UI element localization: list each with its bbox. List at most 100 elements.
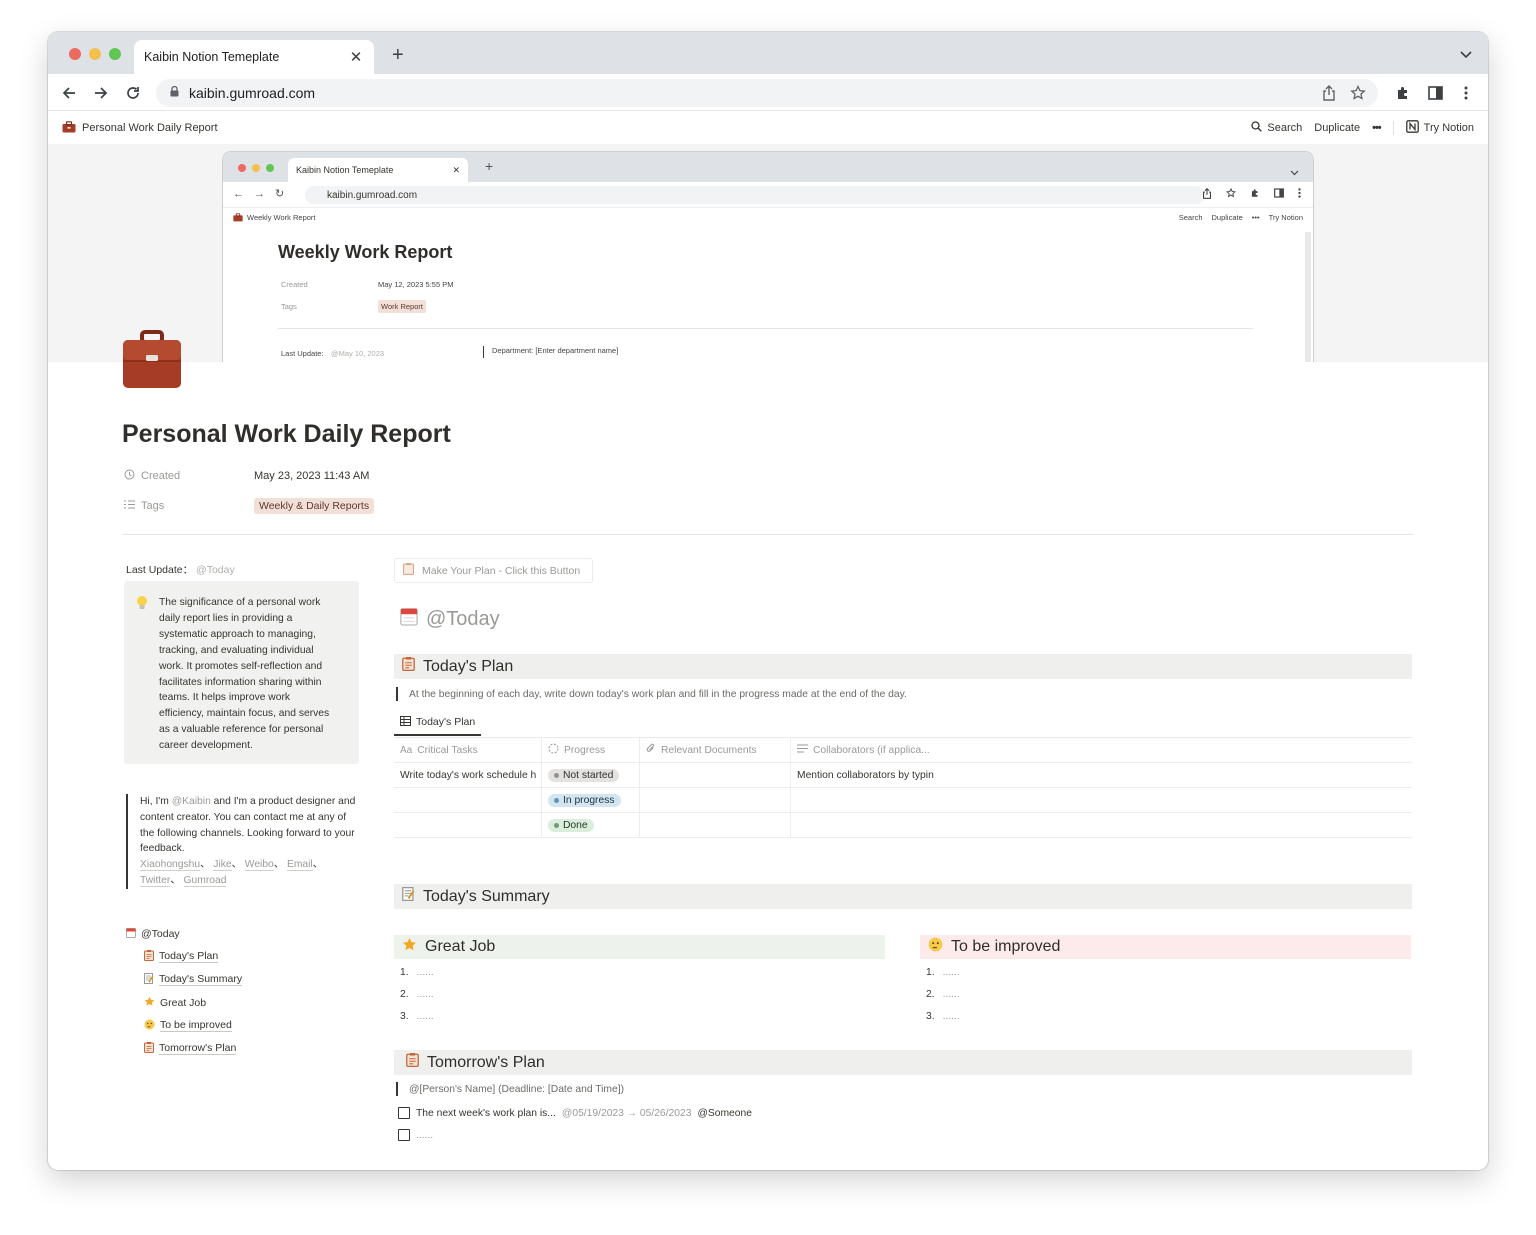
toc-label: Great Job (160, 996, 207, 1009)
thinking-face-icon (144, 1019, 155, 1033)
tab-list-chevron-icon[interactable] (1460, 46, 1472, 64)
documents-cell[interactable] (640, 788, 791, 812)
channel-link-xiaohongshu[interactable]: Xiaohongshu (140, 859, 201, 872)
preview-topbar-actions: Search Duplicate ••• Try Notion (1179, 213, 1303, 222)
tab-close-icon[interactable]: ✕ (348, 48, 364, 66)
browser-menu-kebab-icon[interactable] (1455, 82, 1477, 104)
channel-link-twitter[interactable]: Twitter (140, 874, 171, 887)
task-cell[interactable]: Write today's work schedule h (394, 763, 542, 787)
search-button[interactable]: Search (1251, 121, 1302, 135)
list-item[interactable]: 1....... (926, 961, 960, 983)
table-row[interactable]: In progress (394, 788, 1412, 813)
last-update-mention[interactable]: @Today (196, 564, 235, 576)
forward-arrow-icon[interactable] (90, 82, 112, 104)
zoom-window-button[interactable] (109, 48, 121, 60)
toc-item-tomorrows-plan[interactable]: Tomorrow's Plan (126, 1037, 242, 1060)
quote-prefix: Hi, I'm (140, 796, 172, 807)
search-label: Search (1267, 122, 1303, 134)
task-cell[interactable] (394, 788, 542, 812)
lock-icon (170, 84, 179, 102)
documents-cell[interactable] (640, 813, 791, 837)
progress-cell[interactable]: Done (542, 813, 640, 837)
todo-checkbox[interactable] (398, 1129, 410, 1141)
created-label: Created (141, 470, 181, 482)
browser-window: Kaibin Notion Temeplate ✕ + kaibin.gumro… (48, 32, 1488, 1170)
tag-pill[interactable]: Weekly & Daily Reports (254, 498, 375, 514)
more-options-button[interactable]: ••• (1372, 122, 1382, 134)
reload-icon[interactable] (122, 82, 144, 104)
progress-cell[interactable]: In progress (542, 788, 640, 812)
tab-todays-plan-view[interactable]: Today's Plan (394, 710, 482, 736)
try-notion-button[interactable]: Try Notion (1405, 120, 1474, 136)
page-title[interactable]: Personal Work Daily Report (122, 420, 451, 449)
list-item[interactable]: 3....... (400, 1005, 434, 1027)
table-row[interactable]: Write today's work schedule h Not starte… (394, 763, 1412, 788)
list-item[interactable]: 3....... (926, 1005, 960, 1027)
table-of-contents: @Today Today's Plan Today's Summary Grea… (126, 922, 243, 1060)
list-item[interactable]: 1....... (400, 961, 434, 983)
todo-item: ...... (398, 1129, 433, 1141)
tags-property-name: Tags (124, 500, 254, 512)
collaborators-cell[interactable] (791, 813, 1412, 837)
channel-link-email[interactable]: Email (286, 859, 313, 872)
minimize-window-button[interactable] (89, 48, 101, 60)
page-briefcase-icon[interactable] (122, 330, 182, 395)
to-be-improved-title: To be improved (951, 938, 1061, 955)
toc-item-great-job[interactable]: Great Job (126, 991, 242, 1014)
preview-tag: Work Report (378, 300, 426, 313)
channel-link-weibo[interactable]: Weibo (244, 859, 274, 872)
share-icon[interactable] (1322, 85, 1336, 106)
new-tab-plus-icon[interactable]: + (392, 44, 404, 67)
back-arrow-icon[interactable] (58, 82, 80, 104)
close-window-button[interactable] (69, 48, 81, 60)
preview-duplicate: Duplicate (1211, 213, 1243, 222)
star-icon (144, 996, 155, 1010)
text-lines-icon (797, 744, 808, 756)
toc-item-todays-summary[interactable]: Today's Summary (126, 968, 243, 991)
column-header-collaborators[interactable]: Collaborators (if applica... (791, 738, 1412, 762)
list-item[interactable]: 2....... (400, 983, 434, 1005)
column-header-progress[interactable]: Progress (542, 738, 640, 762)
make-plan-button[interactable]: Make Your Plan - Click this Button (394, 558, 593, 583)
preview-created-label: Created (281, 280, 308, 289)
toc-item-to-be-improved[interactable]: To be improved (126, 1014, 242, 1037)
browser-tab[interactable]: Kaibin Notion Temeplate ✕ (134, 40, 374, 74)
toc-item-today[interactable]: @Today (126, 922, 242, 945)
address-bar[interactable]: kaibin.gumroad.com (156, 79, 1378, 107)
status-type-icon (548, 743, 559, 757)
column-header-critical-tasks[interactable]: Aa Critical Tasks (394, 738, 542, 762)
todo-checkbox[interactable] (398, 1107, 410, 1119)
author-mention[interactable]: @Kaibin (172, 796, 211, 807)
list-item[interactable]: 2....... (926, 983, 960, 1005)
column-header-relevant-documents[interactable]: Relevant Documents (640, 738, 791, 762)
documents-cell[interactable] (640, 763, 791, 787)
date-mention[interactable]: @05/19/2023 → 05/26/2023 (562, 1108, 692, 1119)
extensions-puzzle-icon[interactable] (1392, 82, 1414, 104)
toc-item-todays-plan[interactable]: Today's Plan (126, 945, 242, 968)
tags-property[interactable]: Tags Weekly & Daily Reports (124, 498, 375, 514)
progress-cell[interactable]: Not started (542, 763, 640, 787)
duplicate-label: Duplicate (1314, 122, 1361, 134)
todo-item: The next week's work plan is... @05/19/2… (398, 1107, 752, 1119)
channel-link-gumroad[interactable]: Gumroad (183, 874, 227, 887)
bookmark-star-icon[interactable] (1350, 84, 1366, 106)
preview-tags-label: Tags (281, 302, 297, 311)
page-cover[interactable]: Kaibin Notion Temeplate ✕ + ←→↻ kaibin.g… (48, 144, 1488, 362)
today-mention[interactable]: @Today (426, 608, 500, 631)
list-icon (124, 500, 135, 512)
channel-link-jike[interactable]: Jike (213, 859, 232, 872)
table-icon (400, 715, 411, 729)
preview-tab-title: Kaibin Notion Temeplate (296, 165, 394, 175)
side-panel-icon[interactable] (1424, 82, 1446, 104)
created-property-name: Created (124, 469, 254, 483)
todo-text[interactable]: The next week's work plan is... (416, 1108, 556, 1119)
task-cell[interactable] (394, 813, 542, 837)
breadcrumb[interactable]: Personal Work Daily Report (62, 120, 218, 136)
todo-text[interactable]: ...... (416, 1130, 433, 1141)
duplicate-button[interactable]: Duplicate (1314, 122, 1360, 134)
collaborators-cell[interactable]: Mention collaborators by typin (791, 763, 1412, 787)
table-row[interactable]: Done (394, 813, 1412, 838)
person-mention[interactable]: @Someone (697, 1108, 752, 1119)
todays-plan-title: Today's Plan (423, 657, 514, 675)
collaborators-cell[interactable] (791, 788, 1412, 812)
